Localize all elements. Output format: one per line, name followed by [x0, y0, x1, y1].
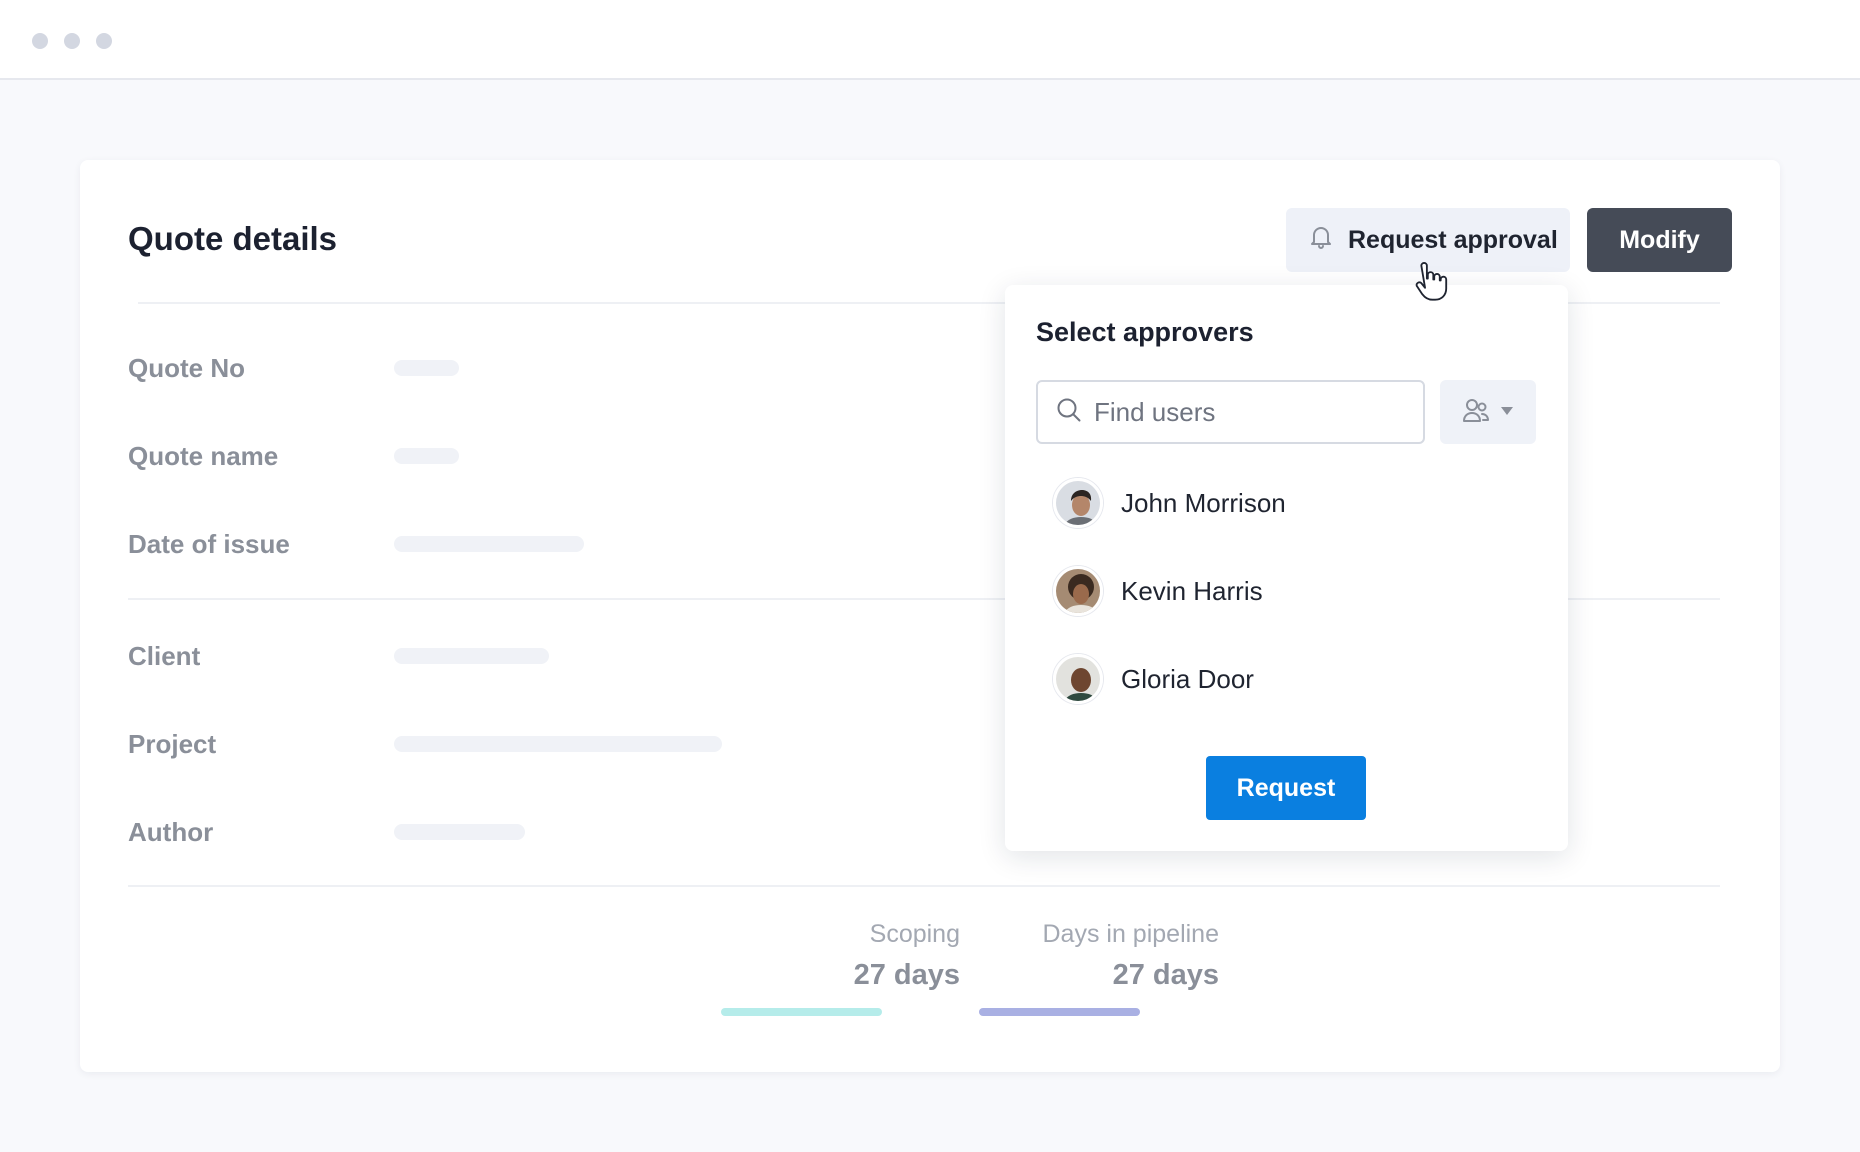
- field-value-placeholder: [394, 448, 459, 464]
- avatar-john-morrison: [1053, 478, 1103, 528]
- field-value-placeholder: [394, 360, 459, 376]
- user-group-icon: [1462, 397, 1490, 428]
- metric-bar-days-in-pipeline: [979, 1008, 1140, 1016]
- approver-option-john-morrison[interactable]: John Morrison: [1053, 471, 1513, 535]
- field-label-quote-name: Quote name: [128, 441, 279, 471]
- window-minimize-dot[interactable]: [64, 33, 80, 49]
- field-label-quote-no: Quote No: [128, 353, 245, 383]
- metric-bar-scoping: [721, 1008, 882, 1016]
- field-label-author: Author: [128, 817, 214, 847]
- user-group-filter-button[interactable]: [1440, 380, 1536, 444]
- window-maximize-dot[interactable]: [96, 33, 112, 49]
- metric-value-days-in-pipeline: 27 days: [1112, 959, 1219, 991]
- approver-name: Gloria Door: [1121, 663, 1254, 694]
- select-approvers-popover: Select approvers Find users John Morriso…: [1005, 285, 1568, 851]
- approver-option-kevin-harris[interactable]: Kevin Harris: [1053, 559, 1513, 623]
- request-button[interactable]: Request: [1206, 756, 1366, 820]
- field-value-placeholder: [394, 824, 525, 840]
- find-users-field[interactable]: [1036, 380, 1425, 444]
- approver-option-gloria-door[interactable]: Gloria Door: [1053, 647, 1513, 711]
- popover-title: Select approvers: [1036, 317, 1254, 347]
- avatar-kevin-harris: [1053, 566, 1103, 616]
- avatar-gloria-door: [1053, 654, 1103, 704]
- approver-name: John Morrison: [1121, 487, 1286, 518]
- page-title: Quote details: [128, 220, 338, 257]
- field-value-placeholder: [394, 536, 584, 552]
- field-label-date-of-issue: Date of issue: [128, 529, 290, 559]
- field-value-placeholder: [394, 736, 722, 752]
- hand-pointer-cursor-icon: [1414, 262, 1450, 306]
- chevron-down-icon: [1500, 403, 1514, 421]
- section-divider: [128, 885, 1720, 887]
- request-approval-label: Request approval: [1348, 225, 1558, 254]
- approver-name: Kevin Harris: [1121, 575, 1263, 606]
- bell-icon: [1310, 225, 1332, 256]
- field-label-project: Project: [128, 729, 217, 759]
- metric-label-days-in-pipeline: Days in pipeline: [1042, 920, 1220, 948]
- field-value-placeholder: [394, 648, 549, 664]
- metric-label-scoping: Scoping: [869, 920, 960, 948]
- window-close-dot[interactable]: [32, 33, 48, 49]
- window-titlebar: [0, 0, 1860, 80]
- find-users-input[interactable]: [1094, 396, 1394, 428]
- metric-value-scoping: 27 days: [853, 959, 960, 991]
- field-label-client: Client: [128, 641, 201, 671]
- modify-button[interactable]: Modify: [1587, 208, 1732, 272]
- search-icon: [1056, 397, 1082, 428]
